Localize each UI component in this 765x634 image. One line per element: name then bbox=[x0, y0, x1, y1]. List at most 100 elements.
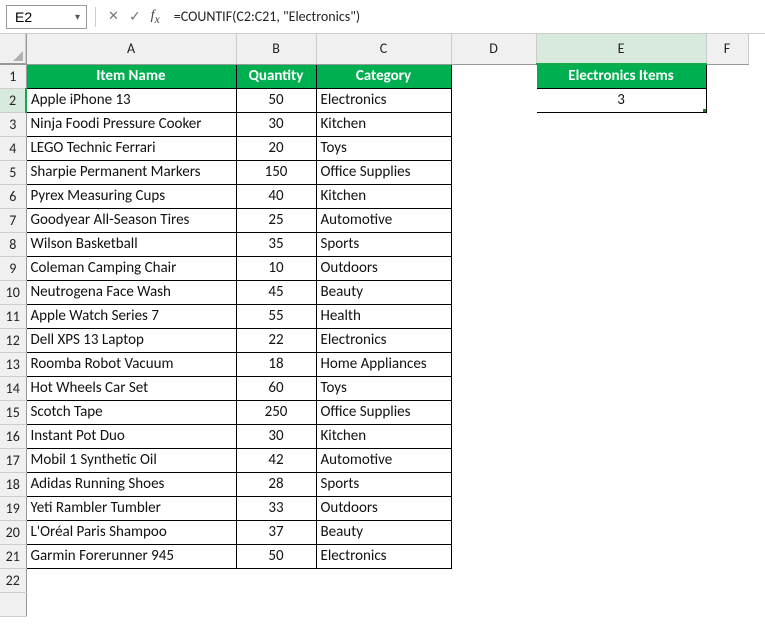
cell[interactable] bbox=[706, 496, 748, 520]
cell[interactable] bbox=[536, 136, 706, 160]
cell-item-name[interactable]: Yeti Rambler Tumbler bbox=[26, 496, 236, 520]
row-header-7[interactable]: 7 bbox=[0, 208, 26, 232]
row-header-14[interactable]: 14 bbox=[0, 376, 26, 400]
cell[interactable] bbox=[536, 304, 706, 328]
cell[interactable] bbox=[451, 280, 536, 304]
cell-category[interactable]: Outdoors bbox=[316, 496, 451, 520]
cell[interactable] bbox=[706, 304, 748, 328]
cell-quantity[interactable]: 42 bbox=[236, 448, 316, 472]
cell-quantity[interactable]: 35 bbox=[236, 232, 316, 256]
header-item-name[interactable]: Item Name bbox=[26, 64, 236, 88]
cell[interactable] bbox=[706, 136, 748, 160]
cell[interactable] bbox=[536, 424, 706, 448]
cell[interactable] bbox=[451, 568, 536, 592]
cell-category[interactable]: Automotive bbox=[316, 208, 451, 232]
cell-item-name[interactable]: Dell XPS 13 Laptop bbox=[26, 328, 236, 352]
header-category[interactable]: Category bbox=[316, 64, 451, 88]
cell-item-name[interactable]: Hot Wheels Car Set bbox=[26, 376, 236, 400]
cell[interactable] bbox=[706, 352, 748, 376]
cell-quantity[interactable]: 18 bbox=[236, 352, 316, 376]
cell-quantity[interactable]: 250 bbox=[236, 400, 316, 424]
cell-category[interactable]: Toys bbox=[316, 136, 451, 160]
cell-quantity[interactable]: 10 bbox=[236, 256, 316, 280]
row-header-1[interactable]: 1 bbox=[0, 64, 26, 88]
cell[interactable] bbox=[536, 448, 706, 472]
cell[interactable] bbox=[451, 592, 536, 616]
cell-quantity[interactable]: 28 bbox=[236, 472, 316, 496]
cell[interactable] bbox=[536, 184, 706, 208]
row-header-19[interactable]: 19 bbox=[0, 496, 26, 520]
column-header-a[interactable]: A bbox=[26, 34, 236, 64]
cell[interactable] bbox=[536, 232, 706, 256]
fx-icon[interactable]: fx bbox=[151, 8, 160, 26]
cell-category[interactable]: Kitchen bbox=[316, 184, 451, 208]
cell-item-name[interactable]: Scotch Tape bbox=[26, 400, 236, 424]
cell-quantity[interactable]: 20 bbox=[236, 136, 316, 160]
cell-item-name[interactable]: Instant Pot Duo bbox=[26, 424, 236, 448]
cell[interactable] bbox=[706, 256, 748, 280]
formula-input[interactable]: =COUNTIF(C2:C21, "Electronics") bbox=[172, 6, 759, 27]
name-box-dropdown-icon[interactable]: ▾ bbox=[73, 10, 82, 23]
cell-quantity[interactable]: 55 bbox=[236, 304, 316, 328]
cell[interactable] bbox=[706, 64, 748, 88]
row-header-16[interactable]: 16 bbox=[0, 424, 26, 448]
row-header-2[interactable]: 2 bbox=[0, 88, 26, 112]
cell[interactable] bbox=[536, 352, 706, 376]
cell-quantity[interactable]: 25 bbox=[236, 208, 316, 232]
cell-quantity[interactable]: 60 bbox=[236, 376, 316, 400]
cell[interactable] bbox=[451, 496, 536, 520]
cell[interactable] bbox=[706, 568, 748, 592]
cell[interactable] bbox=[706, 232, 748, 256]
cell[interactable] bbox=[451, 352, 536, 376]
cell-item-name[interactable]: LEGO Technic Ferrari bbox=[26, 136, 236, 160]
cell[interactable] bbox=[451, 184, 536, 208]
column-header-d[interactable]: D bbox=[451, 34, 536, 64]
cell-item-name[interactable]: Apple iPhone 13 bbox=[26, 88, 236, 112]
cell[interactable] bbox=[236, 568, 316, 592]
cell[interactable] bbox=[536, 376, 706, 400]
row-header-10[interactable]: 10 bbox=[0, 280, 26, 304]
cell-item-name[interactable]: Wilson Basketball bbox=[26, 232, 236, 256]
cell[interactable] bbox=[451, 424, 536, 448]
row-header-17[interactable]: 17 bbox=[0, 448, 26, 472]
cell[interactable] bbox=[706, 472, 748, 496]
cell-category[interactable]: Office Supplies bbox=[316, 160, 451, 184]
cancel-icon[interactable]: ✕ bbox=[108, 9, 119, 24]
row-header-6[interactable]: 6 bbox=[0, 184, 26, 208]
cell[interactable] bbox=[451, 448, 536, 472]
row-header-4[interactable]: 4 bbox=[0, 136, 26, 160]
cell[interactable] bbox=[706, 208, 748, 232]
cell[interactable] bbox=[536, 328, 706, 352]
row-header-23[interactable] bbox=[0, 592, 26, 616]
cell[interactable] bbox=[536, 496, 706, 520]
cell[interactable] bbox=[706, 400, 748, 424]
cell-category[interactable]: Sports bbox=[316, 472, 451, 496]
cell[interactable] bbox=[706, 544, 748, 568]
cell[interactable] bbox=[536, 280, 706, 304]
cell-item-name[interactable]: Garmin Forerunner 945 bbox=[26, 544, 236, 568]
cell[interactable] bbox=[536, 256, 706, 280]
cell[interactable] bbox=[706, 328, 748, 352]
cell-item-name[interactable]: Goodyear All-Season Tires bbox=[26, 208, 236, 232]
column-header-c[interactable]: C bbox=[316, 34, 451, 64]
cell[interactable] bbox=[451, 232, 536, 256]
cell-item-name[interactable]: Apple Watch Series 7 bbox=[26, 304, 236, 328]
cell-category[interactable]: Sports bbox=[316, 232, 451, 256]
cell[interactable] bbox=[451, 472, 536, 496]
cell-quantity[interactable]: 33 bbox=[236, 496, 316, 520]
cell-category[interactable]: Toys bbox=[316, 376, 451, 400]
cell[interactable] bbox=[706, 280, 748, 304]
cell-quantity[interactable]: 50 bbox=[236, 544, 316, 568]
cell[interactable] bbox=[536, 472, 706, 496]
cell[interactable] bbox=[451, 256, 536, 280]
cell-quantity[interactable]: 45 bbox=[236, 280, 316, 304]
spreadsheet-grid[interactable]: A B C D E F 1 Item Name Quantity Categor… bbox=[0, 34, 765, 634]
cell[interactable] bbox=[316, 568, 451, 592]
header-electronics-items[interactable]: Electronics Items bbox=[536, 64, 706, 88]
header-quantity[interactable]: Quantity bbox=[236, 64, 316, 88]
cell[interactable] bbox=[316, 592, 451, 616]
cell-item-name[interactable]: Adidas Running Shoes bbox=[26, 472, 236, 496]
cell[interactable] bbox=[451, 208, 536, 232]
name-box[interactable] bbox=[11, 9, 73, 25]
cell[interactable] bbox=[536, 208, 706, 232]
